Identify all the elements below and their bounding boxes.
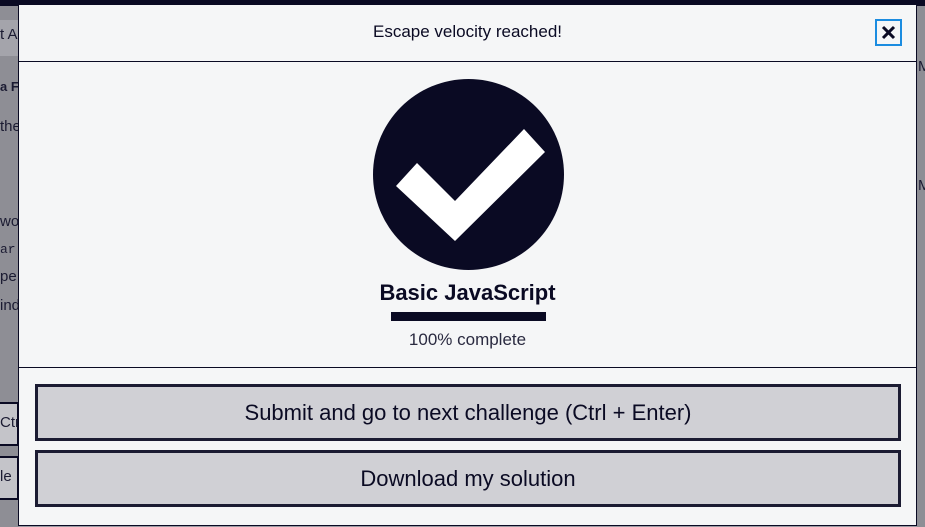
download-solution-button[interactable]: Download my solution — [35, 450, 901, 507]
close-icon — [881, 25, 896, 40]
modal-title: Escape velocity reached! — [373, 22, 562, 41]
background-text: le — [0, 468, 12, 485]
submit-next-challenge-button[interactable]: Submit and go to next challenge (Ctrl + … — [35, 384, 901, 441]
background-text: M — [918, 58, 925, 75]
background-text: Ctr — [0, 414, 19, 431]
background-text: pe — [0, 268, 17, 285]
background-text: ind — [0, 297, 19, 314]
background-right-panel — [917, 6, 925, 527]
close-button[interactable] — [875, 19, 902, 46]
checkmark-circle-icon — [373, 79, 564, 270]
completion-modal: Escape velocity reached! Basic JavaScrip… — [18, 4, 917, 526]
background-text: the — [0, 118, 19, 135]
background-text: M — [918, 177, 925, 194]
progress-bar-fill — [391, 312, 546, 321]
modal-header: Escape velocity reached! — [19, 5, 916, 62]
background-text: a F — [0, 79, 19, 94]
background-code: ar — [0, 242, 16, 257]
course-title: Basic JavaScript — [379, 280, 556, 305]
background-text: wo — [0, 213, 19, 230]
modal-body: Basic JavaScript 100% complete — [19, 62, 916, 368]
progress-bar — [391, 312, 546, 321]
background-text: t Al — [0, 26, 19, 43]
progress-text: 100% complete — [408, 330, 527, 349]
